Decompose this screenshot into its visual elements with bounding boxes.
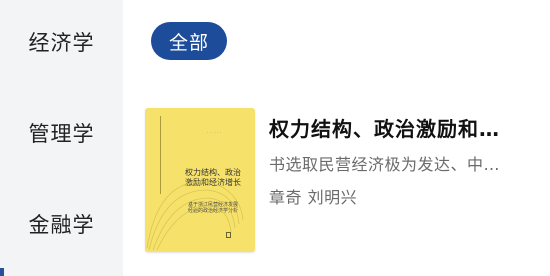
publisher-logo-icon (226, 232, 231, 238)
sidebar-item-finance[interactable]: 金融学 (0, 204, 123, 244)
filter-chip-all[interactable]: 全部 (151, 22, 227, 60)
scroll-indicator (0, 268, 4, 276)
book-cover[interactable]: · · · · · · 权力结构、政治 激励和经济增长 基于浙江民营经济发展 经… (145, 108, 255, 252)
book-list-panel: 全部 · · · · · · 权力结构、政治 激励和经济增长 基于浙江民营经济发… (123, 0, 550, 276)
book-description: 书选取民营经济极为发达、中… (269, 155, 501, 174)
category-sidebar: 经济学 管理学 金融学 (0, 0, 123, 276)
book-authors: 章奇 刘明兴 (269, 188, 358, 207)
sidebar-item-economics[interactable]: 经济学 (0, 22, 123, 62)
cover-series-mark: · · · · · · (207, 130, 221, 135)
book-title[interactable]: 权力结构、政治激励和… (269, 113, 531, 142)
sidebar-item-management[interactable]: 管理学 (0, 113, 123, 153)
cover-swirl-graphic (146, 181, 244, 251)
